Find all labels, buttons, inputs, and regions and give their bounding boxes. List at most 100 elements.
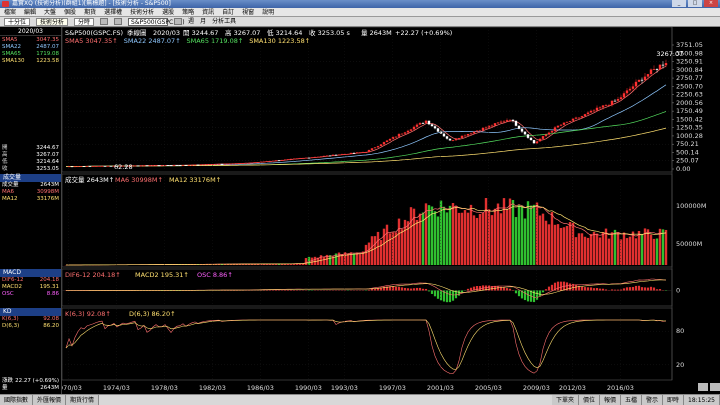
candle-body [136, 165, 140, 167]
candle-body [478, 130, 482, 132]
macd-legend-1: MACD2 195.31↑ [135, 271, 189, 279]
volume-bar [397, 218, 401, 265]
zoom-in-button[interactable] [710, 383, 720, 391]
menu-item-10[interactable]: 自訂 [218, 8, 238, 16]
menu-item-1[interactable]: 編輯 [20, 8, 40, 16]
menu-item-2[interactable]: 大盤 [40, 8, 60, 16]
tab-decile[interactable]: 十分位 [4, 18, 31, 26]
sidebar-row-label: K(6,3) [2, 316, 19, 322]
volume-bar [379, 240, 383, 265]
search-icon[interactable] [174, 18, 183, 25]
status-action-4[interactable]: 警示 [642, 395, 664, 405]
candle-body [163, 165, 167, 166]
candle-body [589, 110, 593, 113]
candle-body [382, 142, 386, 145]
volume-legend-0: 成交量 2643M↑ [65, 175, 114, 184]
menu-item-11[interactable]: 視窗 [238, 8, 258, 16]
sidebar-row: D(6,3) 86.20 [0, 323, 61, 330]
sidebar-kd: KD K(6,3) 92.08 D(6,3) 86.20 [0, 308, 61, 330]
status-action-1[interactable]: 價位 [578, 395, 600, 405]
volume-legend-2: MA12 33176M↑ [169, 176, 221, 184]
menu-item-0[interactable]: 檔案 [0, 8, 20, 16]
volume-bar [310, 257, 314, 265]
candle-body [334, 154, 338, 156]
candle-body [226, 163, 230, 165]
macd-histogram-bar [625, 287, 629, 291]
sidebar-macd: MACD DIF6-12 204.18 MACD2 195.31 OSC 8.86 [0, 269, 61, 298]
close-button[interactable]: × [704, 0, 718, 7]
volume-bar [613, 229, 617, 265]
zoom-out-button[interactable] [698, 383, 708, 391]
candle-body [505, 120, 509, 122]
macd-histogram-bar [286, 289, 290, 291]
price-header-field: 開 3244.67 [183, 29, 218, 37]
candle-body [373, 147, 377, 149]
macd-histogram-bar [619, 289, 623, 291]
macd-histogram-bar [370, 288, 374, 291]
status-tab-0[interactable]: 國際指數 [0, 395, 34, 405]
candle-body [454, 138, 458, 141]
candle-body [142, 165, 146, 167]
period-week-button[interactable]: 週 [188, 17, 194, 26]
grid-icon[interactable] [100, 18, 109, 25]
volume-bar [595, 233, 599, 265]
volume-bar [493, 208, 497, 265]
candle-body [628, 88, 632, 91]
candle-body [67, 166, 71, 168]
volume-bar [652, 238, 656, 265]
kd-axis-label: 20 [676, 361, 684, 369]
tab-intraday[interactable]: 分時 [74, 18, 95, 26]
candle-body [484, 127, 488, 129]
status-tab-1[interactable]: 外匯報價 [33, 395, 67, 405]
candle-body [544, 134, 548, 137]
volume-bar [610, 232, 614, 265]
menu-item-7[interactable]: 選股 [158, 8, 178, 16]
candle-body [517, 125, 521, 129]
technical-chart[interactable]: 3751.053500.983250.913000.842750.772500.… [62, 27, 720, 394]
volume-axis-label: 50000M [676, 240, 702, 248]
minimize-button[interactable]: _ [672, 0, 686, 7]
candle-body [625, 90, 629, 94]
period-month-button[interactable]: 月 [200, 17, 206, 26]
menu-item-8[interactable]: 策略 [178, 8, 198, 16]
menu-item-5[interactable]: 選擇權 [100, 8, 126, 16]
candle-body [424, 120, 428, 124]
macd-histogram-bar [448, 290, 452, 303]
volume-bar [550, 212, 554, 265]
volume-bar [535, 202, 539, 265]
menu-item-9[interactable]: 資訊 [198, 8, 218, 16]
sidebar-row-value: 86.20 [43, 323, 59, 329]
candle-body [238, 163, 242, 164]
menu-item-6[interactable]: 技術分析 [126, 8, 158, 16]
candle-body [310, 157, 314, 159]
status-tab-2[interactable]: 期貨行情 [66, 395, 100, 405]
sidebar-row-value: 8.86 [46, 291, 59, 297]
menu-item-12[interactable]: 說明 [258, 8, 278, 16]
analysis-tools-button[interactable]: 分析工具 [212, 17, 236, 26]
status-action-0[interactable]: 下單夾 [551, 395, 579, 405]
macd-histogram-bar [547, 286, 551, 291]
sidebar-ma-values: SMA5 3047.35 SMA22 2487.07 SMA65 1719.08 SMA13… [0, 37, 61, 65]
candle-body [598, 107, 602, 109]
macd-histogram-bar [559, 281, 563, 291]
menu-item-4[interactable]: 期貨 [80, 8, 100, 16]
time-axis-label: 1974/03 [103, 384, 130, 392]
candle-body [523, 131, 527, 135]
menu-item-3[interactable]: 個股 [60, 8, 80, 16]
candle-body [184, 165, 188, 166]
maximize-button[interactable]: □ [688, 0, 702, 7]
sidebar-row-label: 收 [2, 166, 8, 172]
tab-technical[interactable]: 技術分析 [36, 18, 69, 26]
macd-histogram-bar [598, 288, 602, 291]
volume-bar [427, 205, 431, 265]
symbol-input[interactable]: S&P500(GSPC.FS) [128, 18, 185, 26]
volume-bar [454, 206, 458, 265]
status-action-5[interactable]: 即時 [663, 395, 685, 405]
status-action-3[interactable]: 五檔 [621, 395, 643, 405]
macd-histogram-bar [289, 289, 293, 291]
status-action-2[interactable]: 報價 [599, 395, 621, 405]
chart-area[interactable]: 3751.05 3500.98 3250.91 3000.84 2750.77 2500.… [62, 27, 720, 394]
price-header-field: 2020/03 [153, 29, 180, 37]
candle-body [376, 146, 380, 148]
line-icon[interactable] [114, 18, 123, 25]
